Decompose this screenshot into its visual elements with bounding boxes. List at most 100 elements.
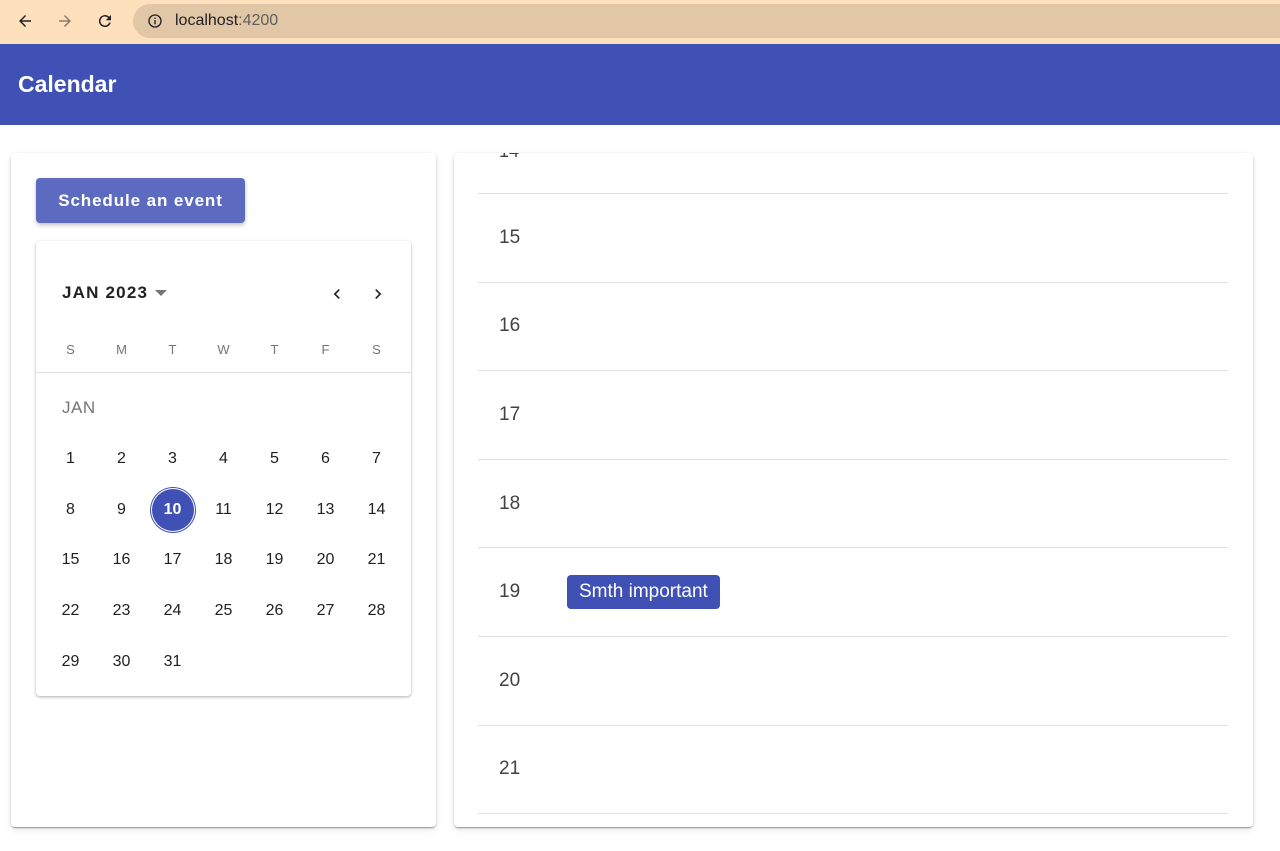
weekday-label: T [168,342,177,357]
schedule-event-button[interactable]: Schedule an event [36,178,245,223]
day-number: 5 [270,450,279,468]
hour-label: 17 [499,403,521,425]
day-cell[interactable]: 23 [96,586,147,637]
day-cell[interactable]: 28 [351,586,402,637]
empty-day-cell [249,636,300,687]
day-cell[interactable]: 3 [147,434,198,485]
day-number: 1 [66,450,75,468]
day-cell[interactable]: 19 [249,535,300,586]
day-number: 31 [163,652,182,670]
day-cell[interactable]: 25 [198,586,249,637]
week-row: 29 30 31 [45,636,402,687]
datepicker: JAN 2023 S M T W T F S JAN 1 2 3 4 5 6 7 8 9 10 11… [36,241,411,696]
day-cell[interactable]: 26 [249,586,300,637]
hour-row[interactable]: 20 [478,637,1228,726]
hour-label: 20 [499,669,521,691]
hour-row[interactable]: 21 [478,726,1228,815]
hour-label: 21 [499,758,521,780]
previous-month-button[interactable] [322,279,352,309]
day-cell[interactable]: 20 [300,535,351,586]
week-row: 22 23 24 25 26 27 28 [45,586,402,637]
day-cell[interactable]: 2 [96,434,147,485]
day-schedule-card: 14 15 16 17 18 19 Smth important 20 21 [454,153,1253,827]
day-cell[interactable]: 10 [147,485,198,536]
weekday-label: T [270,342,279,357]
day-cell[interactable]: 13 [300,485,351,536]
hour-row[interactable]: 15 [478,194,1228,283]
hour-row[interactable]: 16 [478,283,1228,372]
day-cell[interactable]: 11 [198,485,249,536]
day-cell[interactable]: 15 [45,535,96,586]
back-button[interactable] [12,8,38,34]
browser-toolbar: localhost:4200 [0,0,1280,44]
day-cell[interactable]: 9 [96,485,147,536]
caret-down-icon [155,290,168,296]
url-text: localhost:4200 [175,12,278,30]
event-chip[interactable]: Smth important [567,575,720,610]
arrow-right-icon [59,15,71,27]
day-cell[interactable]: 21 [351,535,402,586]
app-title: Calendar [18,71,117,97]
hour-row[interactable]: 19 Smth important [478,548,1228,637]
next-month-button[interactable] [363,279,393,309]
day-number: 18 [214,551,233,569]
empty-day-cell [198,636,249,687]
info-icon[interactable] [147,13,163,29]
hour-list: 15 16 17 18 19 Smth important 20 21 [478,194,1228,815]
day-cell[interactable]: 24 [147,586,198,637]
sidebar-card: Schedule an event JAN 2023 S M T W T F S… [11,153,436,827]
week-row: 15 16 17 18 19 20 21 [45,535,402,586]
week-row: 8 9 10 11 12 13 14 [45,485,402,536]
chevron-left-icon [333,289,340,299]
address-bar[interactable]: localhost:4200 [133,4,1280,38]
day-number: 20 [316,551,335,569]
weekday-label: S [372,342,381,357]
day-cell[interactable]: 18 [198,535,249,586]
day-cell[interactable]: 27 [300,586,351,637]
day-cell[interactable]: 1 [45,434,96,485]
empty-day-cell [300,636,351,687]
day-number: 25 [214,602,233,620]
hour-label: 16 [499,315,521,337]
weekday-label: M [116,342,127,357]
day-number: 7 [372,450,381,468]
hour-row[interactable]: 17 [478,371,1228,460]
day-number: 21 [367,551,386,569]
day-cell[interactable]: 12 [249,485,300,536]
day-number: 9 [117,500,126,518]
url-host: localhost [175,12,239,29]
day-cell[interactable]: 16 [96,535,147,586]
hour-row[interactable]: 18 [478,460,1228,549]
day-cell[interactable]: 8 [45,485,96,536]
day-number: 10 [151,488,194,531]
day-number: 30 [112,652,131,670]
day-cell[interactable]: 22 [45,586,96,637]
app-toolbar: Calendar [0,44,1280,125]
period-label: JAN 2023 [62,283,149,302]
day-cell[interactable]: 14 [351,485,402,536]
forward-button[interactable] [52,8,78,34]
day-number: 14 [367,500,386,518]
day-cell[interactable]: 4 [198,434,249,485]
day-number: 2 [117,450,126,468]
day-number: 24 [163,602,182,620]
day-cell[interactable]: 29 [45,636,96,687]
day-cell[interactable]: 5 [249,434,300,485]
day-cell[interactable]: 17 [147,535,198,586]
day-number: 19 [265,551,284,569]
reload-button[interactable] [92,8,118,34]
days-grid: 1 2 3 4 5 6 7 8 9 10 11 12 13 14 15 16 17 18 19 20 21 22 23 24 2… [45,434,402,687]
day-cell[interactable]: 6 [300,434,351,485]
weekday-label: S [66,342,75,357]
hour-label: 15 [499,226,521,248]
weekday-divider [36,372,411,373]
day-cell[interactable]: 31 [147,636,198,687]
day-cell[interactable]: 7 [351,434,402,485]
period-selector-button[interactable]: JAN 2023 [62,283,168,303]
day-cell[interactable]: 30 [96,636,147,687]
weekday-header: S M T W T F S [45,342,402,357]
day-number: 6 [321,450,330,468]
day-number: 27 [316,602,335,620]
day-number: 11 [215,500,232,518]
arrow-left-icon [19,15,31,27]
